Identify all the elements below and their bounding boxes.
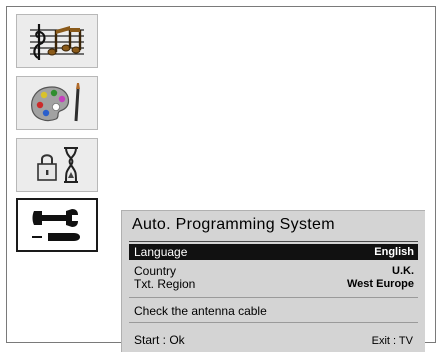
language-value[interactable]: English	[374, 244, 414, 260]
language-row[interactable]: Language English	[129, 244, 418, 260]
antenna-message: Check the antenna cable	[134, 304, 267, 318]
wrench-screwdriver-icon	[26, 203, 88, 247]
sound-menu-tab[interactable]	[16, 14, 98, 68]
dialog-title: Auto. Programming System	[132, 216, 335, 233]
txt-region-row[interactable]: Txt. Region West Europe	[129, 276, 418, 292]
txt-region-value[interactable]: West Europe	[347, 276, 414, 292]
auto-programming-dialog: Auto. Programming System Language Englis…	[121, 210, 425, 352]
txt-region-label: Txt. Region	[134, 277, 196, 291]
exit-hint: Exit : TV	[371, 335, 413, 347]
paint-palette-icon	[26, 81, 88, 125]
install-menu-tab[interactable]	[16, 198, 98, 252]
settings-divider	[129, 297, 418, 298]
message-divider	[129, 322, 418, 323]
start-hint: Start : Ok	[134, 333, 185, 347]
features-menu-tab[interactable]	[16, 138, 98, 192]
music-notes-icon	[26, 20, 88, 62]
lock-timer-icon	[26, 144, 88, 186]
picture-menu-tab[interactable]	[16, 76, 98, 130]
title-divider	[129, 241, 418, 242]
language-label: Language	[134, 245, 188, 259]
